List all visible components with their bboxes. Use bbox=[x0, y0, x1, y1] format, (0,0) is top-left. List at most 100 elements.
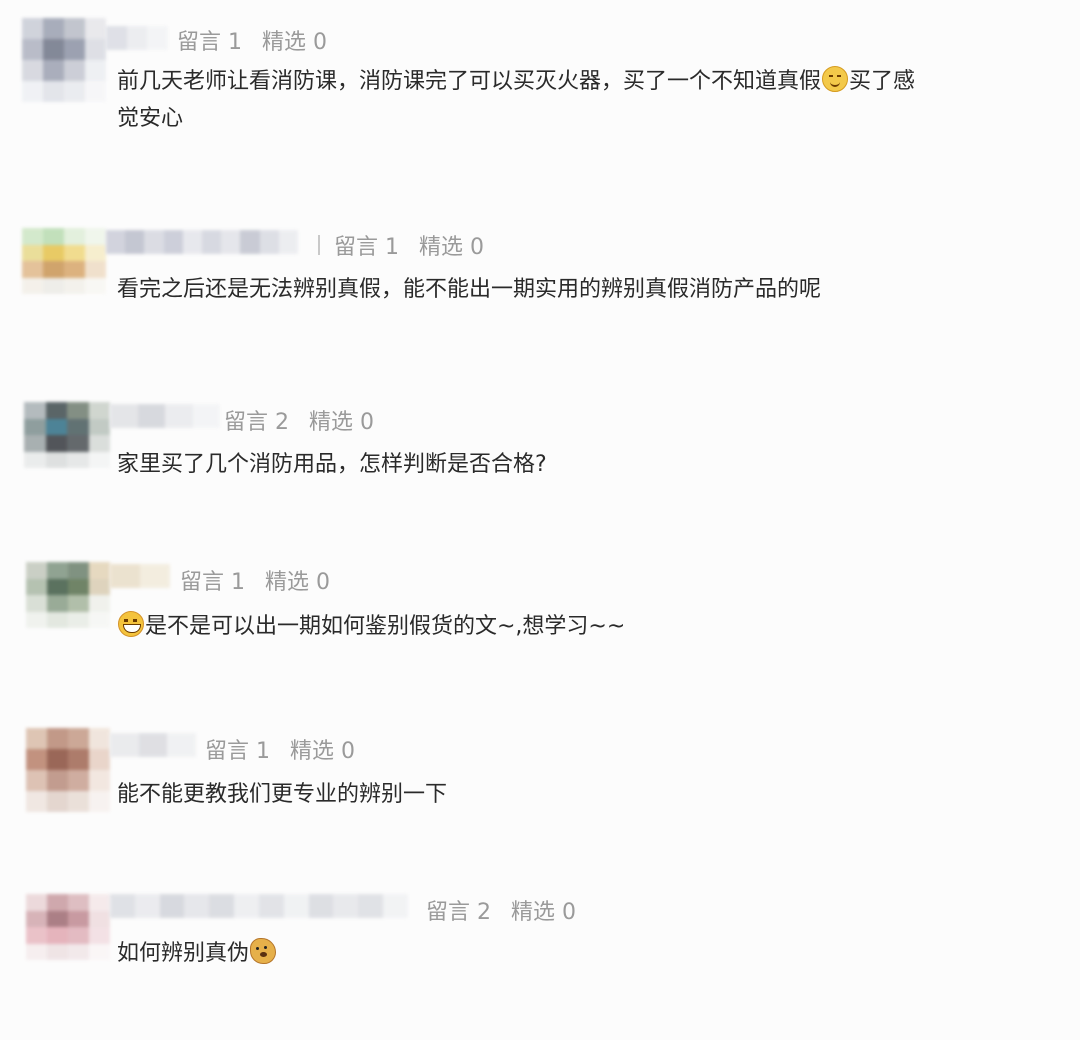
username-mosaic-cell bbox=[202, 230, 222, 254]
liuyan-count: 留言 2 bbox=[224, 410, 289, 435]
avatar-mosaic-cell bbox=[47, 578, 68, 595]
avatar-mosaic-cell bbox=[88, 435, 110, 452]
avatar-mosaic-cell bbox=[89, 595, 110, 612]
avatar[interactable] bbox=[22, 18, 106, 102]
avatar-mosaic-cell bbox=[26, 562, 47, 579]
avatar-mosaic-cell bbox=[47, 749, 68, 770]
username-mosaic-cell bbox=[110, 404, 138, 428]
avatar-mosaic-cell bbox=[85, 18, 106, 39]
avatar[interactable] bbox=[26, 728, 110, 812]
avatar-mosaic-cell bbox=[26, 749, 47, 770]
avatar-mosaic-cell bbox=[89, 910, 110, 927]
username-mosaic-cell bbox=[221, 230, 241, 254]
avatar-mosaic-cell bbox=[89, 611, 110, 628]
username-mosaic-cell bbox=[106, 230, 126, 254]
avatar-mosaic-cell bbox=[85, 277, 106, 294]
avatar-mosaic-cell bbox=[22, 39, 43, 60]
avatar-mosaic-cell bbox=[43, 60, 64, 81]
avatar[interactable] bbox=[24, 402, 110, 468]
liuyan-count: 留言 1 bbox=[205, 739, 270, 764]
avatar[interactable] bbox=[26, 894, 110, 960]
avatar-mosaic-cell bbox=[89, 927, 110, 944]
avatar-mosaic-cell bbox=[43, 81, 64, 102]
avatar-mosaic-cell bbox=[68, 791, 89, 812]
avatar-mosaic-cell bbox=[89, 749, 110, 770]
avatar-mosaic-cell bbox=[68, 894, 89, 911]
divider bbox=[318, 235, 320, 255]
username-mosaic-cell bbox=[259, 230, 279, 254]
avatar-mosaic-cell bbox=[68, 595, 89, 612]
comment-meta: 留言 1 精选 0 bbox=[205, 733, 355, 765]
avatar-mosaic-cell bbox=[47, 943, 68, 960]
username-mosaic-cell bbox=[358, 894, 384, 918]
avatar-mosaic-cell bbox=[43, 228, 64, 245]
username-mosaic-cell bbox=[144, 230, 164, 254]
comment-text: 前几天老师让看消防课，消防课完了可以买灭火器，买了一个不知道真假 买了感 觉安心 bbox=[117, 63, 915, 137]
avatar-mosaic-cell bbox=[64, 277, 85, 294]
avatar-mosaic-cell bbox=[89, 562, 110, 579]
avatar[interactable] bbox=[26, 562, 110, 628]
liuyan-count: 留言 1 bbox=[177, 30, 242, 55]
username-blurred[interactable] bbox=[110, 404, 220, 428]
jingxuan-count: 精选 0 bbox=[290, 739, 355, 764]
avatar-mosaic-cell bbox=[67, 402, 89, 419]
avatar-mosaic-cell bbox=[67, 435, 89, 452]
avatar-mosaic-cell bbox=[22, 60, 43, 81]
avatar-mosaic-cell bbox=[22, 81, 43, 102]
avatar-mosaic-cell bbox=[26, 943, 47, 960]
username-blurred[interactable] bbox=[110, 564, 170, 588]
comment-text: 是不是可以出一期如何鉴别假货的文~,想学习~~ bbox=[117, 608, 625, 645]
username-mosaic-cell bbox=[106, 26, 127, 50]
avatar-mosaic-cell bbox=[67, 451, 89, 468]
avatar-mosaic-cell bbox=[22, 277, 43, 294]
avatar-mosaic-cell bbox=[45, 418, 67, 435]
username-blurred[interactable] bbox=[106, 26, 169, 50]
avatar-mosaic-cell bbox=[43, 39, 64, 60]
avatar[interactable] bbox=[22, 228, 106, 294]
avatar-mosaic-cell bbox=[89, 728, 110, 749]
jingxuan-count: 精选 0 bbox=[262, 30, 327, 55]
smile-face-icon bbox=[822, 66, 849, 92]
username-mosaic-cell bbox=[209, 894, 235, 918]
avatar-mosaic-cell bbox=[88, 451, 110, 468]
avatar-mosaic-cell bbox=[64, 81, 85, 102]
avatar-mosaic-cell bbox=[24, 418, 46, 435]
avatar-mosaic-cell bbox=[26, 611, 47, 628]
avatar-mosaic-cell bbox=[47, 791, 68, 812]
username-mosaic-cell bbox=[383, 894, 408, 918]
username-mosaic-cell bbox=[163, 230, 183, 254]
jingxuan-count: 精选 0 bbox=[419, 235, 484, 260]
avatar-mosaic-cell bbox=[24, 402, 46, 419]
avatar-mosaic-cell bbox=[26, 578, 47, 595]
liuyan-count: 留言 1 bbox=[180, 570, 245, 595]
avatar-mosaic-cell bbox=[22, 18, 43, 39]
username-blurred[interactable] bbox=[110, 733, 197, 757]
avatar-mosaic-cell bbox=[24, 435, 46, 452]
avatar-mosaic-cell bbox=[64, 244, 85, 261]
avatar-mosaic-cell bbox=[22, 228, 43, 245]
avatar-mosaic-cell bbox=[47, 595, 68, 612]
avatar-mosaic-cell bbox=[89, 894, 110, 911]
avatar-mosaic-cell bbox=[45, 435, 67, 452]
comment-text: 看完之后还是无法辨别真假，能不能出一期实用的辨别真假消防产品的呢 bbox=[117, 277, 822, 302]
avatar-mosaic-cell bbox=[89, 791, 110, 812]
avatar-mosaic-cell bbox=[47, 611, 68, 628]
avatar-mosaic-cell bbox=[64, 39, 85, 60]
username-blurred[interactable] bbox=[110, 894, 408, 918]
username-blurred[interactable] bbox=[106, 230, 299, 254]
username-mosaic-cell bbox=[110, 564, 140, 588]
avatar-mosaic-cell bbox=[88, 418, 110, 435]
username-mosaic-cell bbox=[333, 894, 359, 918]
liuyan-count: 留言 2 bbox=[426, 900, 491, 925]
avatar-mosaic-cell bbox=[68, 770, 89, 791]
doge-face-icon bbox=[250, 938, 277, 964]
avatar-mosaic-cell bbox=[89, 578, 110, 595]
username-mosaic-cell bbox=[140, 564, 170, 588]
username-mosaic-cell bbox=[110, 733, 139, 757]
comment-list: 留言 1 精选 0 前几天老师让看消防课，消防课完了可以买灭火器，买了一个不知道… bbox=[0, 0, 1080, 1040]
jingxuan-count: 精选 0 bbox=[511, 900, 576, 925]
avatar-mosaic-cell bbox=[47, 728, 68, 749]
avatar-mosaic-cell bbox=[47, 770, 68, 791]
avatar-mosaic-cell bbox=[88, 402, 110, 419]
username-mosaic-cell bbox=[240, 230, 260, 254]
